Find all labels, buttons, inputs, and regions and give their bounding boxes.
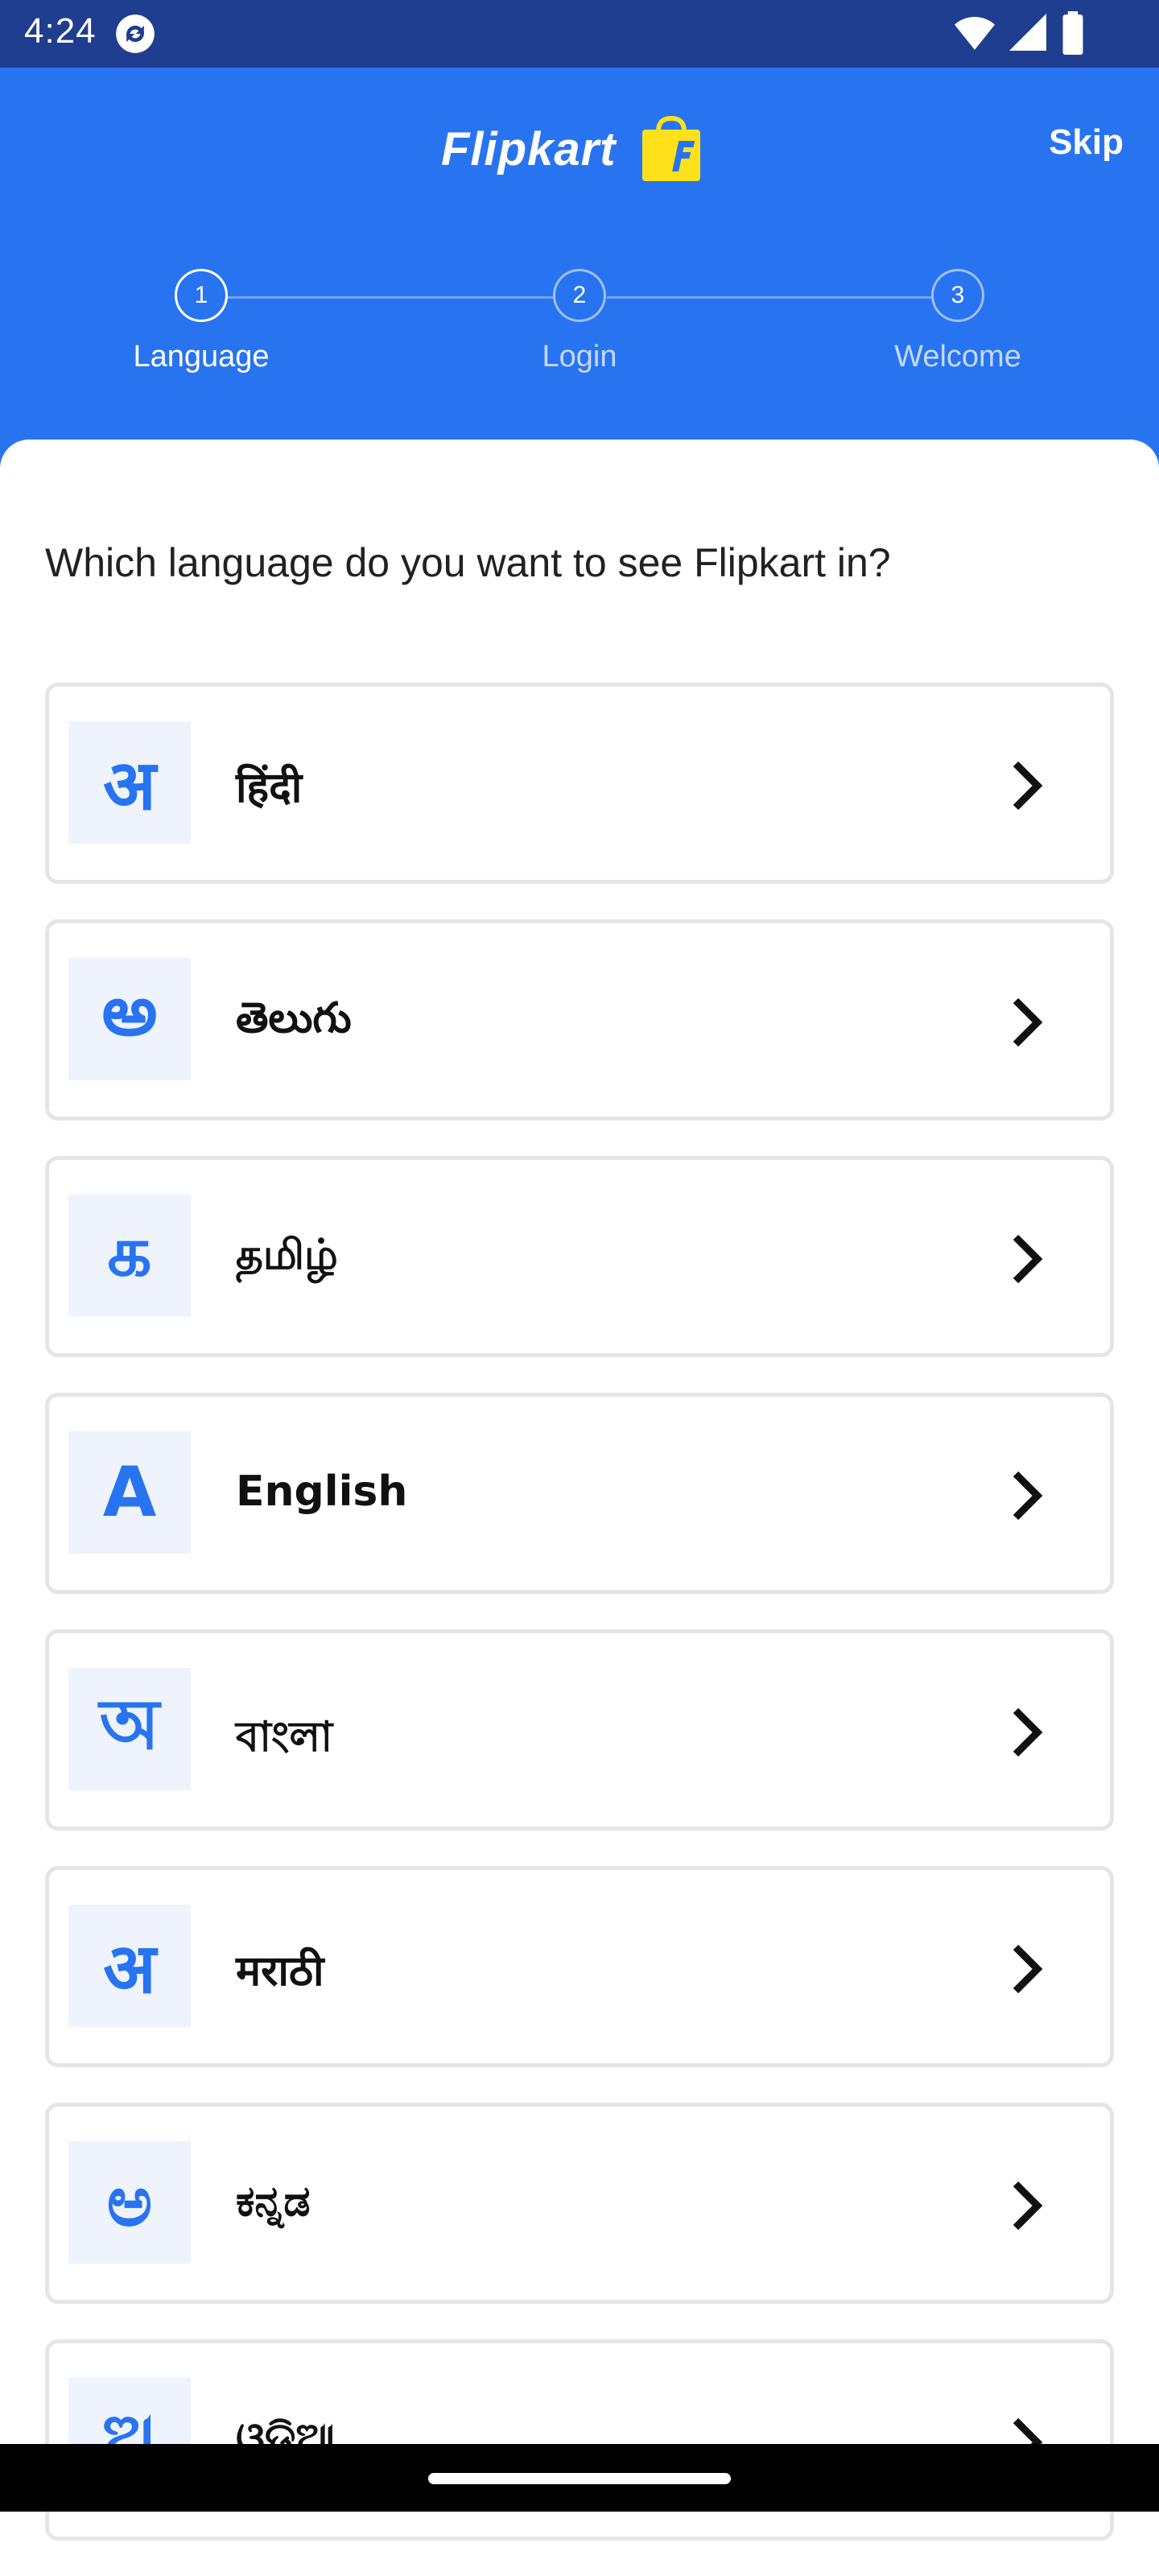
language-name: English: [236, 1468, 408, 1516]
step-label: Welcome: [894, 340, 1021, 374]
step-language: 1 Language: [80, 269, 322, 374]
language-glyph: अ: [68, 1905, 191, 2027]
chevron-right-icon: [1013, 997, 1043, 1047]
language-name: मराठी: [236, 1947, 324, 1996]
step-number: 3: [931, 269, 984, 322]
chevron-right-icon: [1013, 1707, 1043, 1757]
wifi-icon: [955, 17, 995, 50]
chevron-right-icon: [1013, 761, 1043, 811]
onboarding-header: Flipkart Skip 1 Language 2 Login 3 Welco…: [0, 68, 1159, 486]
skip-button[interactable]: Skip: [1049, 122, 1124, 163]
language-glyph: ಅ: [68, 2141, 191, 2264]
chevron-right-icon: [1013, 1944, 1043, 1994]
battery-icon: [1062, 11, 1083, 55]
step-label: Language: [133, 340, 270, 374]
chevron-right-icon: [1013, 1234, 1043, 1284]
language-option-hindi[interactable]: अ हिंदी: [45, 683, 1114, 884]
language-option-bengali[interactable]: অ বাংলা: [45, 1629, 1114, 1831]
language-option-telugu[interactable]: అ తెలుగు: [45, 919, 1114, 1121]
language-option-tamil[interactable]: க தமிழ்: [45, 1156, 1114, 1357]
language-name: தமிழ்: [236, 1231, 338, 1279]
language-name: বাংলা: [236, 1713, 333, 1761]
status-time: 4:24: [24, 11, 97, 51]
chevron-right-icon: [1013, 1471, 1043, 1521]
step-number: 1: [175, 269, 228, 322]
sync-icon: [116, 14, 155, 53]
signal-icon: [1009, 14, 1046, 51]
language-glyph: అ: [68, 958, 191, 1080]
step-welcome: 3 Welcome: [837, 269, 1079, 374]
language-glyph: অ: [68, 1668, 191, 1790]
language-selection-panel: Which language do you want to see Flipka…: [0, 440, 1159, 2541]
language-option-marathi[interactable]: अ मराठी: [45, 1866, 1114, 2067]
language-list: अ हिंदी అ తెలుగు க தமிழ் A English অ বাং…: [45, 683, 1114, 2576]
step-label: Login: [542, 340, 617, 374]
language-name: తెలుగు: [236, 994, 352, 1042]
status-bar: 4:24: [0, 0, 1159, 68]
system-navigation-bar: [0, 2444, 1159, 2512]
language-glyph: A: [68, 1431, 191, 1554]
chevron-right-icon: [1013, 2181, 1043, 2231]
language-option-kannada[interactable]: ಅ ಕನ್ನಡ: [45, 2103, 1114, 2304]
language-name: हिंदी: [236, 764, 303, 812]
step-number: 2: [553, 269, 606, 322]
language-glyph: க: [68, 1195, 191, 1317]
shopping-bag-icon: [641, 115, 700, 181]
step-login: 2 Login: [459, 269, 700, 374]
language-question: Which language do you want to see Flipka…: [45, 540, 891, 585]
brand-name: Flipkart: [441, 122, 617, 175]
flipkart-logo: Flipkart: [441, 113, 703, 185]
language-glyph: अ: [68, 721, 191, 844]
language-option-english[interactable]: A English: [45, 1393, 1114, 1594]
onboarding-stepper: 1 Language 2 Login 3 Welcome: [0, 269, 1159, 390]
home-gesture-handle[interactable]: [428, 2473, 731, 2484]
language-name: ಕನ್ನಡ: [236, 2178, 311, 2226]
